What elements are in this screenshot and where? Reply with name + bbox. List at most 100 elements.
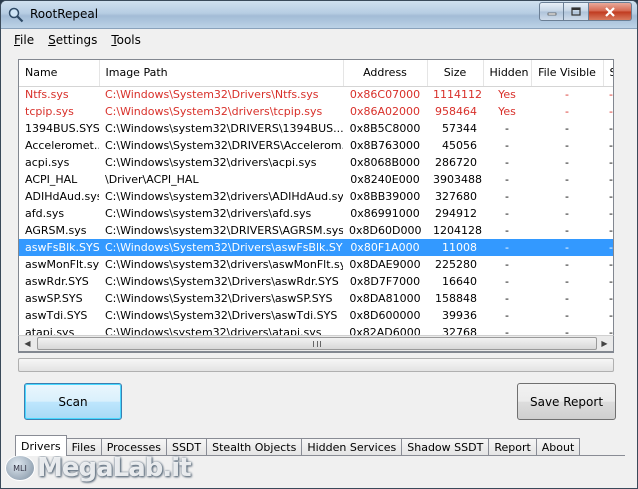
- cell-image-path: C:\Windows\System32\Drivers\aswRdr.SYS: [105, 275, 339, 288]
- table-row[interactable]: Ntfs.sys C:\Windows\System32\Drivers\Ntfs…: [19, 86, 613, 103]
- table-row[interactable]: afd.sys C:\Windows\system32\drivers\afd.s…: [19, 205, 613, 222]
- cell-address: 0x8D7F7000: [349, 275, 421, 288]
- menu-settings[interactable]: Settings: [41, 33, 104, 47]
- table-row[interactable]: 1394BUS.SYS C:\Windows\system32\DRIVERS\1…: [19, 120, 613, 137]
- column-header-hidden[interactable]: Hidden: [483, 60, 532, 87]
- cell-address: 0x8D600000: [349, 309, 421, 322]
- horizontal-scrollbar[interactable]: ◀ ▶: [18, 335, 614, 352]
- cell-image-path: C:\Windows\system32\drivers\afd.sys: [105, 207, 312, 220]
- column-header-size[interactable]: Size: [427, 60, 484, 87]
- grip-icon: [313, 340, 321, 347]
- table-row[interactable]: aswRdr.SYS C:\Windows\System32\Drivers\as…: [19, 273, 613, 290]
- column-header-image-path[interactable]: Image Path: [99, 60, 344, 87]
- title-bar[interactable]: RootRepeal: [1, 1, 637, 29]
- close-button[interactable]: [589, 2, 632, 21]
- cell-signed: -: [609, 207, 613, 220]
- menu-file-label: ile: [20, 33, 35, 47]
- cell-name: afd.sys: [25, 207, 65, 220]
- cell-name: tcpip.sys: [25, 105, 74, 118]
- scroll-left-arrow-icon[interactable]: ◀: [19, 336, 36, 351]
- cell-image-path: C:\Windows\system32\DRIVERS\AGRSM.sys: [105, 224, 343, 237]
- menu-tools-label: ools: [116, 33, 141, 47]
- table-row[interactable]: ADIHdAud.sys C:\Windows\system32\drivers\…: [19, 188, 613, 205]
- menu-tools[interactable]: Tools: [104, 33, 148, 47]
- cell-signed: -: [609, 139, 613, 152]
- tab-hidden-services[interactable]: Hidden Services: [301, 438, 403, 456]
- cell-image-path: C:\Windows\System32\Drivers\aswFsBlk.SYS: [99, 239, 343, 256]
- cell-size: 39936: [442, 309, 477, 322]
- cell-name: Acceleromet...: [25, 139, 99, 152]
- save-report-button[interactable]: Save Report: [517, 383, 616, 420]
- cell-hidden: -: [505, 207, 509, 220]
- menu-settings-label: ettings: [55, 33, 98, 47]
- cell-hidden: Yes: [498, 88, 516, 102]
- cell-address: 0x8D60D000: [349, 224, 422, 237]
- window-title: RootRepeal: [30, 7, 99, 21]
- cell-address: 0x8068B000: [349, 156, 421, 169]
- cell-name: aswTdi.SYS: [25, 309, 88, 322]
- table-row[interactable]: acpi.sys C:\Windows\system32\drivers\acpi…: [19, 154, 613, 171]
- cell-name: aswRdr.SYS: [25, 275, 89, 288]
- tab-drivers[interactable]: Drivers: [15, 435, 67, 456]
- cell-file-visible: -: [531, 239, 603, 256]
- table-row[interactable]: aswSP.SYS C:\Windows\System32\Drivers\asw…: [19, 290, 613, 307]
- table-row[interactable]: AGRSM.sys C:\Windows\system32\DRIVERS\AGR…: [19, 222, 613, 239]
- cell-size: 1204128: [433, 224, 482, 237]
- cell-size: 3903488: [433, 173, 482, 186]
- watermark-text: MegaLab.it: [37, 453, 192, 483]
- cell-file-visible: -: [565, 122, 569, 135]
- table-row[interactable]: Acceleromet... C:\Windows\System32\DRIVER…: [19, 137, 613, 154]
- scan-button[interactable]: Scan: [24, 383, 122, 420]
- cell-hidden: -: [505, 139, 509, 152]
- cell-name: aswSP.SYS: [25, 292, 83, 305]
- table-row[interactable]: aswFsBlk.SYS C:\Windows\System32\Drivers\…: [19, 239, 613, 256]
- scroll-right-arrow-icon[interactable]: ▶: [596, 336, 613, 351]
- table-row[interactable]: aswMonFlt.sys C:\Windows\system32\drivers…: [19, 256, 613, 273]
- cell-size: 158848: [435, 292, 477, 305]
- cell-size: 1114112: [433, 88, 482, 102]
- column-header-address[interactable]: Address: [343, 60, 428, 87]
- cell-signed: -: [609, 258, 613, 271]
- cell-signed: -: [603, 239, 613, 256]
- menu-file[interactable]: File: [7, 33, 41, 47]
- column-header-signed[interactable]: Signe: [603, 60, 613, 87]
- cell-size: 16640: [442, 275, 477, 288]
- minimize-button[interactable]: [539, 2, 564, 21]
- cell-name: ADIHdAud.sys: [25, 190, 99, 203]
- drivers-list[interactable]: Name Image Path Address Size Hidden File…: [18, 59, 614, 353]
- cell-file-visible: -: [565, 105, 569, 118]
- cell-hidden: -: [505, 275, 509, 288]
- tab-stealth-objects[interactable]: Stealth Objects: [206, 438, 303, 456]
- cell-size: 286720: [435, 156, 477, 169]
- cell-file-visible: -: [565, 88, 569, 102]
- table-row[interactable]: ACPI_HAL \Driver\ACPI_HAL 0x8240E000 390348…: [19, 171, 613, 188]
- cell-address: 0x86C07000: [349, 88, 421, 102]
- cell-image-path: C:\Windows\System32\DRIVERS\Accelerom...: [105, 139, 343, 152]
- cell-file-visible: -: [565, 292, 569, 305]
- cell-file-visible: -: [565, 275, 569, 288]
- scrollbar-thumb[interactable]: [37, 337, 597, 350]
- tab-shadow-ssdt[interactable]: Shadow SSDT: [401, 438, 490, 456]
- column-header-name[interactable]: Name: [19, 60, 100, 87]
- tab-about[interactable]: About: [535, 438, 581, 456]
- cell-address: 0x86A02000: [349, 105, 421, 118]
- cell-signed: -: [609, 224, 613, 237]
- tab-report[interactable]: Report: [488, 438, 537, 456]
- column-header-file-visible[interactable]: File Visible: [531, 60, 604, 87]
- cell-image-path: C:\Windows\system32\drivers\aswMonFlt.sy…: [105, 258, 343, 271]
- cell-image-path: C:\Windows\System32\drivers\tcpip.sys: [105, 105, 323, 118]
- cell-size: 57344: [442, 122, 477, 135]
- cell-signed: -: [609, 105, 613, 118]
- cell-file-visible: -: [565, 190, 569, 203]
- cell-signed: -: [609, 309, 613, 322]
- cell-image-path: \Driver\ACPI_HAL: [105, 173, 199, 186]
- maximize-button[interactable]: [564, 2, 589, 21]
- cell-signed: -: [609, 173, 613, 186]
- table-row[interactable]: aswTdi.SYS C:\Windows\System32\Drivers\as…: [19, 307, 613, 324]
- cell-signed: -: [609, 156, 613, 169]
- cell-hidden: -: [505, 190, 509, 203]
- cell-hidden: Yes: [498, 105, 516, 118]
- cell-address: 0x8B763000: [349, 139, 421, 152]
- table-row[interactable]: tcpip.sys C:\Windows\System32\drivers\tcp…: [19, 103, 613, 120]
- watermark: MLI MegaLab.it: [5, 453, 192, 483]
